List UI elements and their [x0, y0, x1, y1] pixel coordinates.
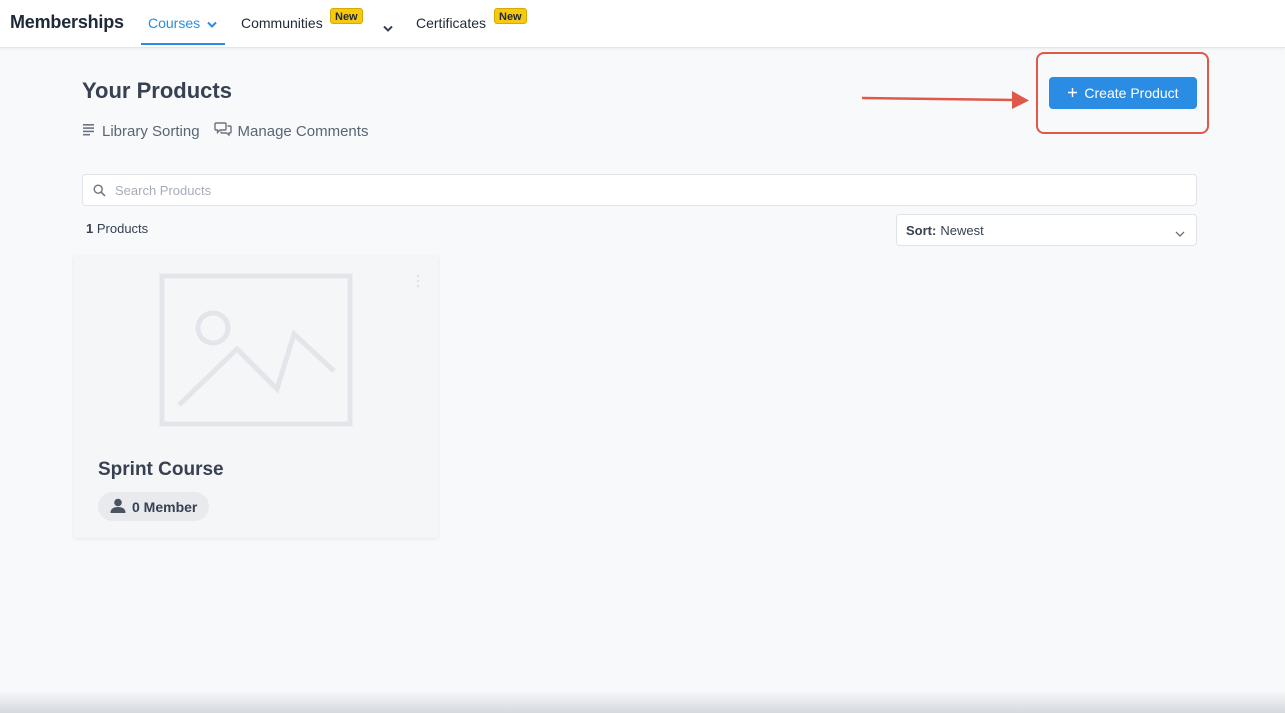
- active-tab-underline: [141, 43, 225, 45]
- nav-tab-communities[interactable]: Communities: [241, 15, 323, 31]
- page-sub-links: Library Sorting Manage Comments: [82, 121, 368, 141]
- page-title: Your Products: [82, 78, 232, 103]
- chevron-down-icon: [1175, 226, 1185, 241]
- sort-value: Newest: [940, 222, 984, 238]
- kebab-menu-icon[interactable]: [416, 274, 420, 293]
- search-bar: [82, 174, 1197, 206]
- member-count-badge: 0 Member: [98, 492, 210, 521]
- manage-comments-link[interactable]: Manage Comments: [213, 121, 369, 141]
- product-title: Sprint Course: [98, 459, 224, 480]
- chevron-down-icon[interactable]: [383, 19, 393, 37]
- product-card[interactable]: Sprint Course 0 Member: [74, 256, 438, 538]
- chevron-down-icon: [207, 15, 217, 31]
- nav-tab-communities-label: Communities: [241, 15, 323, 31]
- library-sorting-label: Library Sorting: [102, 122, 200, 140]
- nav-tab-courses-label: Courses: [148, 15, 201, 31]
- nav-tab-certificates[interactable]: Certificates: [416, 15, 486, 31]
- sort-label: Sort:: [906, 222, 937, 238]
- create-product-label: Create Product: [1084, 85, 1179, 101]
- create-product-button[interactable]: Create Product: [1049, 77, 1197, 109]
- new-badge-certificates: New: [494, 8, 527, 24]
- nav-tab-certificates-label: Certificates: [416, 15, 487, 31]
- search-input[interactable]: [115, 175, 1185, 205]
- sort-dropdown[interactable]: Sort: Newest: [896, 214, 1197, 246]
- image-placeholder-icon: [159, 273, 353, 432]
- product-count: 1 Products: [86, 221, 148, 236]
- list-icon: [82, 123, 96, 140]
- manage-comments-label: Manage Comments: [237, 122, 369, 140]
- product-count-suffix: Products: [96, 221, 149, 236]
- bottom-scroll-shadow: [0, 690, 1285, 713]
- new-badge-communities: New: [330, 8, 363, 24]
- member-count-label: 0 Member: [132, 498, 198, 515]
- top-navigation-bar: Memberships Courses Communities New Cert…: [0, 0, 1285, 48]
- library-sorting-link[interactable]: Library Sorting: [82, 121, 200, 141]
- arrow-annotation-icon: [861, 91, 1029, 109]
- product-count-number: 1: [86, 221, 94, 236]
- brand-title: Memberships: [10, 12, 124, 32]
- comments-icon: [213, 121, 232, 141]
- nav-tab-courses[interactable]: Courses: [148, 15, 217, 31]
- user-icon: [110, 498, 126, 516]
- plus-icon: [1067, 85, 1078, 101]
- search-icon: [93, 184, 106, 202]
